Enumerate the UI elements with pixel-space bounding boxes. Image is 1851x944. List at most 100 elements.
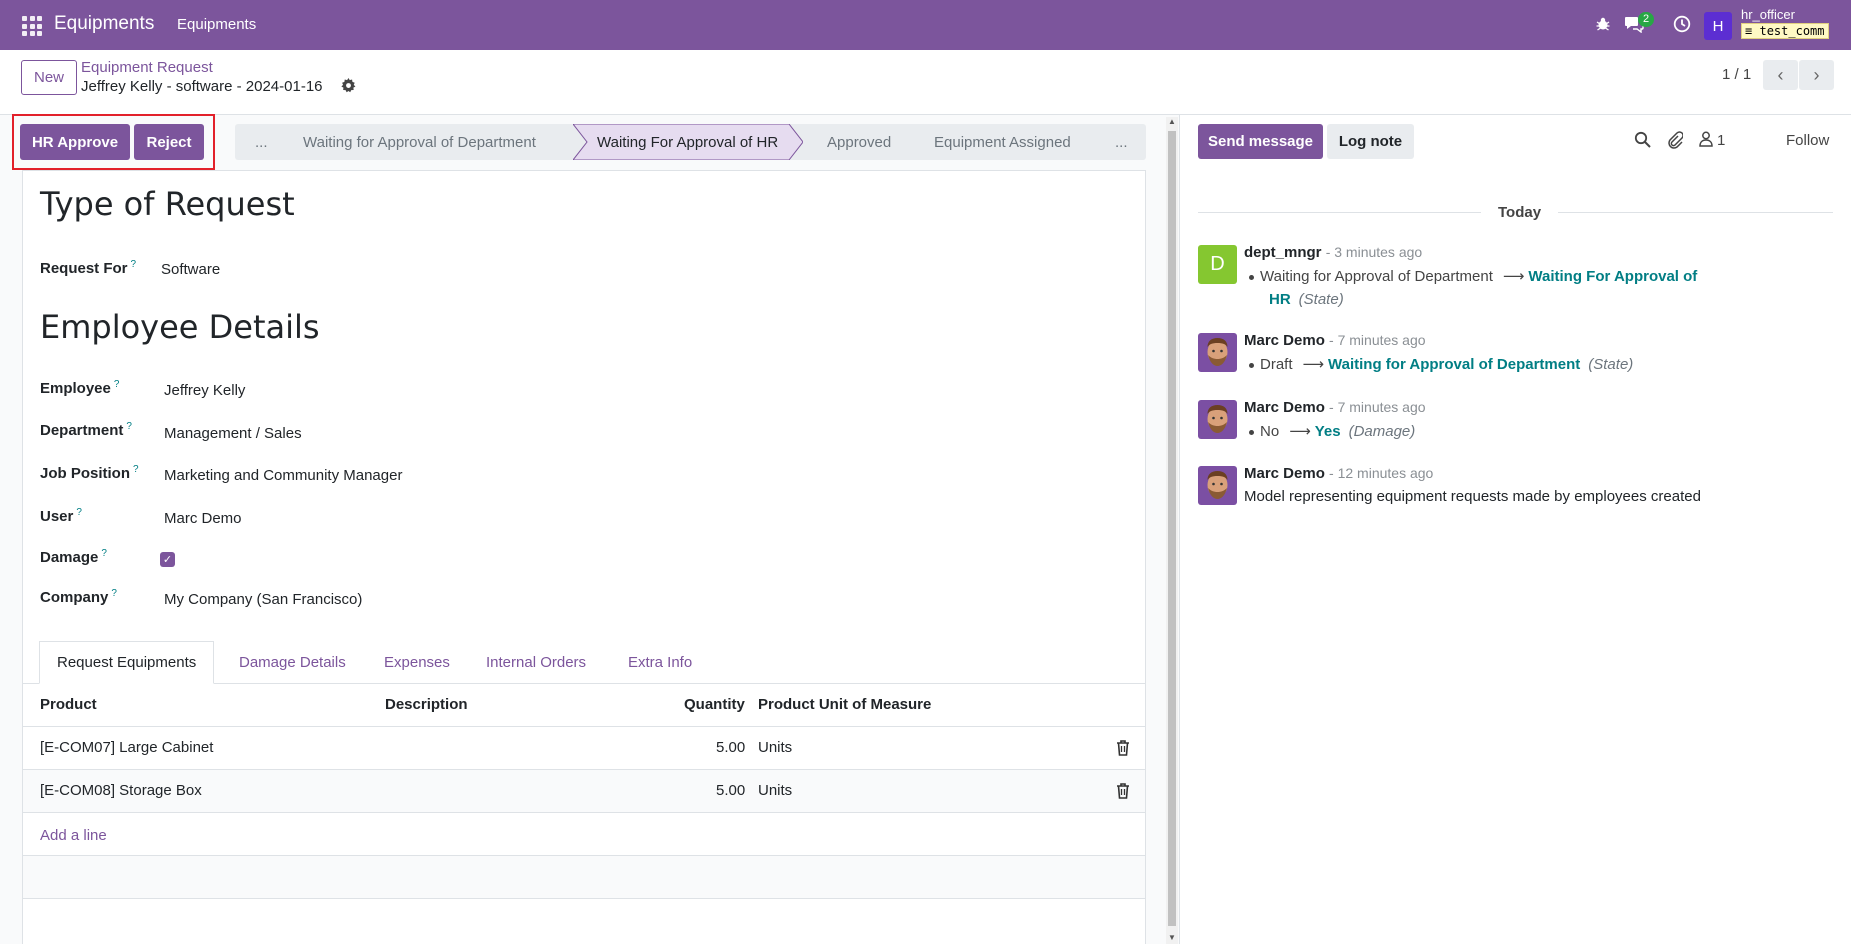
message-time: - 7 minutes ago bbox=[1329, 399, 1426, 415]
quantity-cell[interactable]: 5.00 bbox=[716, 739, 745, 756]
arrow-right-icon: ⟶ bbox=[1302, 356, 1325, 373]
job-position-label-text: Job Position bbox=[40, 465, 130, 482]
control-panel: New Equipment Request Jeffrey Kelly - so… bbox=[0, 50, 1851, 115]
tab-damage-details[interactable]: Damage Details bbox=[239, 641, 346, 684]
job-position-field[interactable]: Marketing and Community Manager bbox=[164, 467, 402, 484]
avatar[interactable] bbox=[1198, 333, 1237, 372]
stage-equipment-assigned[interactable]: Equipment Assigned bbox=[934, 124, 1071, 160]
message-author[interactable]: Marc Demo - 12 minutes ago bbox=[1244, 465, 1433, 482]
database-icon: ≡ bbox=[1745, 24, 1753, 38]
product-cell[interactable]: [E-COM07] Large Cabinet bbox=[40, 739, 213, 756]
menu-equipments[interactable]: Equipments bbox=[177, 16, 256, 33]
stage-waiting-hr[interactable]: Waiting For Approval of HR bbox=[597, 124, 778, 160]
uom-cell[interactable]: Units bbox=[758, 782, 792, 799]
status-more-left[interactable]: ... bbox=[255, 124, 268, 160]
pager-next-button[interactable]: › bbox=[1799, 60, 1834, 90]
help-icon[interactable]: ? bbox=[131, 259, 137, 270]
author-name[interactable]: Marc Demo bbox=[1244, 332, 1325, 349]
status-more-right[interactable]: ... bbox=[1115, 124, 1128, 160]
column-uom[interactable]: Product Unit of Measure bbox=[758, 696, 931, 713]
scroll-up-arrow-icon[interactable]: ▲ bbox=[1167, 117, 1177, 126]
scrollbar-thumb[interactable] bbox=[1168, 131, 1176, 926]
chat-badge: 2 bbox=[1638, 12, 1655, 27]
help-icon[interactable]: ? bbox=[111, 588, 117, 599]
help-icon[interactable]: ? bbox=[76, 507, 82, 518]
followers-count[interactable]: 1 bbox=[1717, 132, 1725, 149]
table-row[interactable]: [E-COM07] Large Cabinet 5.00 Units bbox=[23, 727, 1145, 770]
arrow-right-icon: ⟶ bbox=[1289, 423, 1311, 440]
follow-button[interactable]: Follow bbox=[1786, 132, 1829, 149]
department-field[interactable]: Management / Sales bbox=[164, 425, 302, 442]
uom-cell[interactable]: Units bbox=[758, 739, 792, 756]
stage-approved[interactable]: Approved bbox=[827, 124, 891, 160]
activity-clock-icon[interactable] bbox=[1671, 13, 1693, 35]
heading-employee-details: Employee Details bbox=[40, 308, 320, 346]
bullet bbox=[1249, 430, 1254, 435]
tracking-value: No ⟶ Yes (Damage) bbox=[1260, 422, 1415, 440]
company-field[interactable]: My Company (San Francisco) bbox=[164, 591, 362, 608]
author-name[interactable]: Marc Demo bbox=[1244, 465, 1325, 482]
stage-waiting-department[interactable]: Waiting for Approval of Department bbox=[303, 124, 536, 160]
message-author[interactable]: Marc Demo - 7 minutes ago bbox=[1244, 399, 1426, 416]
app-menu-icon[interactable] bbox=[22, 16, 42, 36]
user-name[interactable]: hr_officer bbox=[1741, 7, 1795, 22]
help-icon[interactable]: ? bbox=[126, 421, 132, 432]
new-value-cont: HR bbox=[1269, 291, 1291, 308]
message-author[interactable]: dept_mngr - 3 minutes ago bbox=[1244, 244, 1422, 261]
help-icon[interactable]: ? bbox=[101, 548, 107, 559]
avatar-letter: D bbox=[1210, 253, 1225, 275]
pager-value[interactable]: 1 / 1 bbox=[1722, 66, 1751, 83]
hr-approve-button[interactable]: HR Approve bbox=[20, 124, 130, 160]
message-time: - 12 minutes ago bbox=[1329, 465, 1434, 481]
quantity-cell[interactable]: 5.00 bbox=[716, 782, 745, 799]
new-button[interactable]: New bbox=[21, 60, 77, 95]
paperclip-icon[interactable] bbox=[1667, 131, 1684, 154]
send-message-button[interactable]: Send message bbox=[1198, 124, 1323, 159]
author-name[interactable]: Marc Demo bbox=[1244, 399, 1325, 416]
help-icon[interactable]: ? bbox=[133, 464, 139, 475]
tab-extra-info[interactable]: Extra Info bbox=[628, 641, 692, 684]
avatar[interactable] bbox=[1198, 400, 1237, 439]
scroll-down-arrow-icon[interactable]: ▼ bbox=[1167, 933, 1177, 942]
department-label-text: Department bbox=[40, 422, 124, 439]
department-label: Department? bbox=[40, 421, 132, 439]
trash-icon[interactable] bbox=[1116, 783, 1130, 799]
user-label-text: User bbox=[40, 508, 74, 525]
request-for-value[interactable]: Software bbox=[161, 261, 220, 278]
log-note-button[interactable]: Log note bbox=[1327, 124, 1414, 159]
tab-internal-orders[interactable]: Internal Orders bbox=[486, 641, 586, 684]
column-description[interactable]: Description bbox=[385, 696, 468, 713]
followers-icon[interactable] bbox=[1699, 131, 1713, 152]
tracking-value: Waiting for Approval of Department ⟶ Waiti… bbox=[1260, 267, 1697, 285]
message-author[interactable]: Marc Demo - 7 minutes ago bbox=[1244, 332, 1426, 349]
debug-bug-icon[interactable] bbox=[1592, 13, 1614, 35]
date-separator-label: Today bbox=[1481, 204, 1559, 221]
damage-checkbox[interactable]: ✓ bbox=[160, 552, 175, 567]
trash-icon[interactable] bbox=[1116, 740, 1130, 756]
user-avatar[interactable]: H bbox=[1704, 12, 1732, 40]
author-name[interactable]: dept_mngr bbox=[1244, 244, 1322, 261]
user-field[interactable]: Marc Demo bbox=[164, 510, 242, 527]
column-product[interactable]: Product bbox=[40, 696, 97, 713]
gear-icon[interactable] bbox=[341, 78, 356, 97]
breadcrumb-parent[interactable]: Equipment Request bbox=[81, 59, 213, 76]
breadcrumb-current: Jeffrey Kelly - software - 2024-01-16 bbox=[81, 78, 323, 95]
employee-field[interactable]: Jeffrey Kelly bbox=[164, 382, 245, 399]
form-scrollbar[interactable]: ▲ ▼ bbox=[1166, 117, 1178, 944]
tracking-value-cont: HR (State) bbox=[1269, 291, 1344, 308]
product-cell[interactable]: [E-COM08] Storage Box bbox=[40, 782, 202, 799]
app-title[interactable]: Equipments bbox=[54, 13, 154, 35]
tab-expenses[interactable]: Expenses bbox=[384, 641, 450, 684]
company-label-text: Company bbox=[40, 589, 109, 606]
avatar[interactable] bbox=[1198, 466, 1237, 505]
help-icon[interactable]: ? bbox=[114, 379, 120, 390]
column-quantity[interactable]: Quantity bbox=[684, 696, 745, 713]
reject-button[interactable]: Reject bbox=[134, 124, 204, 160]
table-row[interactable]: [E-COM08] Storage Box 5.00 Units bbox=[23, 770, 1145, 813]
avatar[interactable]: D bbox=[1198, 245, 1237, 284]
database-label: test_comm bbox=[1759, 24, 1825, 38]
tab-request-equipments[interactable]: Request Equipments bbox=[39, 641, 215, 684]
add-a-line-link[interactable]: Add a line bbox=[40, 827, 107, 844]
search-icon[interactable] bbox=[1634, 131, 1651, 153]
pager-previous-button[interactable]: ‹ bbox=[1763, 60, 1798, 90]
